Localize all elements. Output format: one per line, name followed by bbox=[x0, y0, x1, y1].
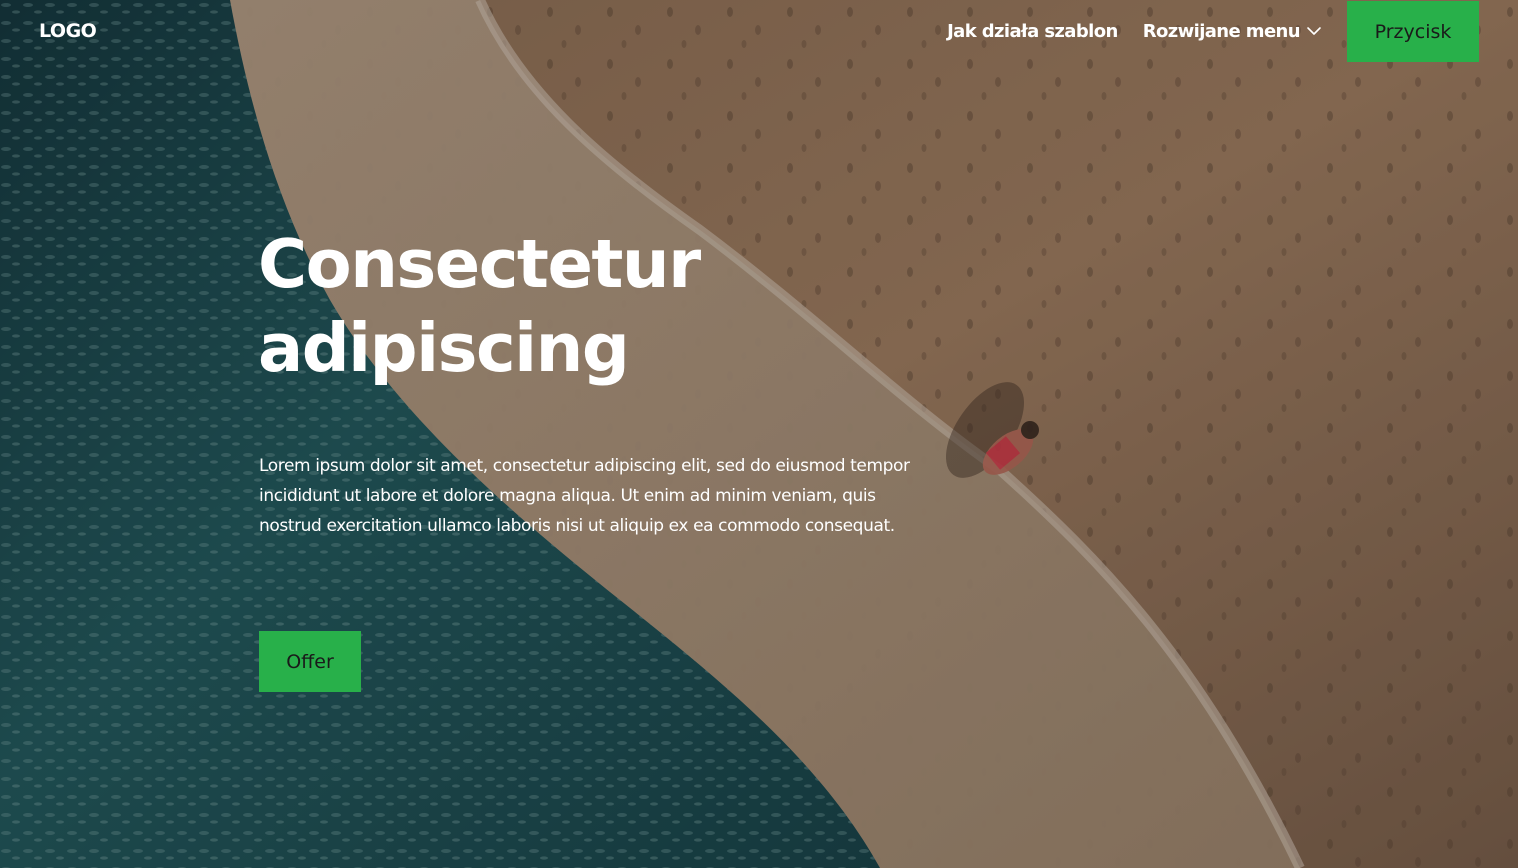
przycisk-button[interactable]: Przycisk bbox=[1347, 1, 1479, 62]
chevron-down-icon bbox=[1307, 27, 1321, 35]
offer-button[interactable]: Offer bbox=[259, 631, 361, 692]
hero-headline: Consectetur adipiscing bbox=[258, 222, 978, 390]
nav-link-jak-dziala-szablon[interactable]: Jak działa szablon bbox=[947, 21, 1118, 42]
main-nav: Jak działa szablon Rozwijane menu Przyci… bbox=[947, 0, 1479, 62]
nav-link-label: Jak działa szablon bbox=[947, 20, 1118, 42]
nav-dropdown-label: Rozwijane menu bbox=[1142, 20, 1301, 42]
nav-dropdown-rozwijane-menu[interactable]: Rozwijane menu bbox=[1143, 21, 1322, 42]
logo[interactable]: LOGO bbox=[39, 20, 97, 42]
headline-line-2: adipiscing bbox=[258, 309, 630, 387]
hero-dark-overlay bbox=[0, 0, 1518, 868]
headline-line-1: Consectetur bbox=[258, 225, 701, 303]
hero-section: LOGO Jak działa szablon Rozwijane menu P… bbox=[0, 0, 1518, 868]
hero-lead-text: Lorem ipsum dolor sit amet, consectetur … bbox=[259, 456, 910, 536]
